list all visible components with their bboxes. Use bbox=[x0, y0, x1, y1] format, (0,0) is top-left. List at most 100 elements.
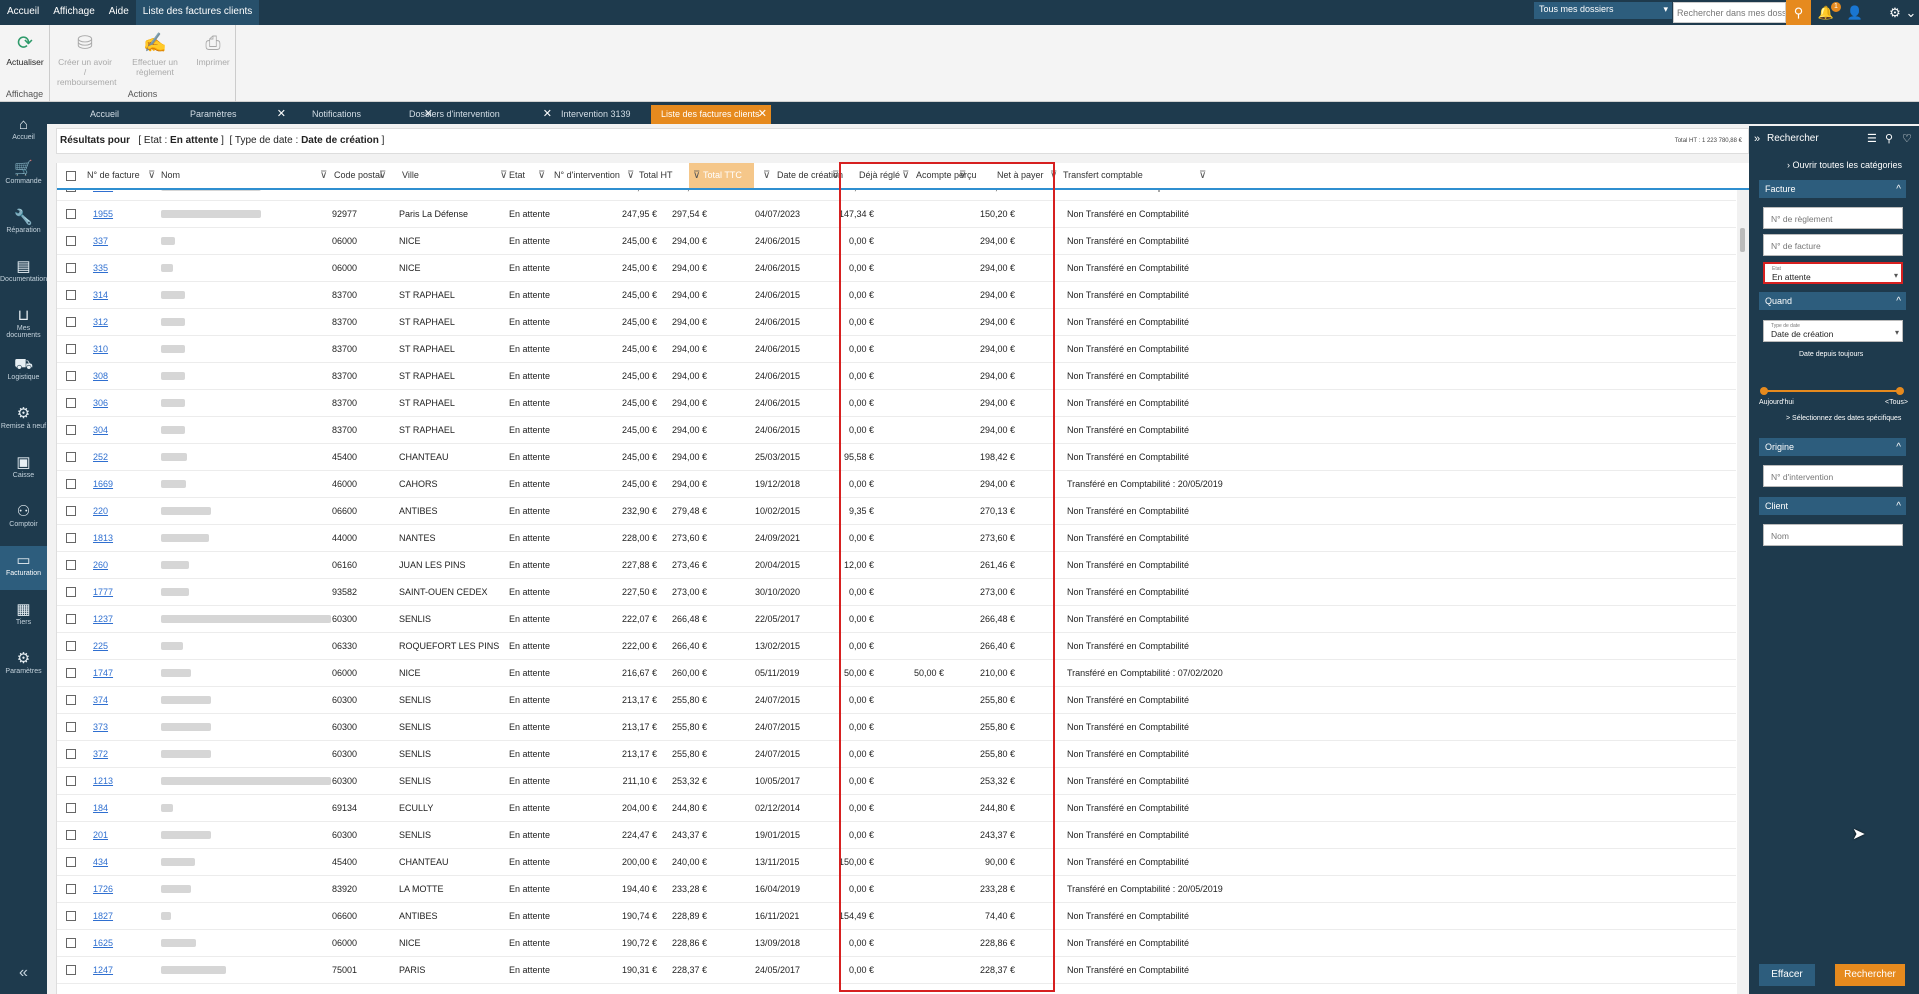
pin-icon[interactable]: ⚲ bbox=[1885, 126, 1893, 152]
col-header-6[interactable]: Total HT bbox=[639, 163, 673, 188]
slider-handle-start[interactable] bbox=[1760, 387, 1768, 395]
filter-icon[interactable]: ⊽ bbox=[1050, 163, 1057, 188]
filter-icon[interactable]: ⊽ bbox=[320, 163, 327, 188]
filter-icon[interactable]: ⊽ bbox=[538, 163, 545, 188]
nav-item-10[interactable]: ▦ Tiers bbox=[0, 595, 47, 639]
collapse-nav-icon[interactable]: « bbox=[0, 964, 47, 982]
invoice-link[interactable]: 201 bbox=[93, 830, 108, 840]
col-header-5[interactable]: N° d'intervention bbox=[554, 163, 620, 188]
section-origine[interactable]: Origine bbox=[1759, 438, 1906, 457]
invoice-link-cell[interactable]: 1747 bbox=[93, 660, 113, 686]
user-icon[interactable]: 👤 bbox=[1843, 0, 1867, 25]
invoice-link-cell[interactable]: 306 bbox=[93, 390, 108, 416]
menu-affichage[interactable]: Affichage bbox=[46, 0, 102, 25]
invoice-link[interactable]: 260 bbox=[93, 560, 108, 570]
favorite-icon[interactable]: ♡ bbox=[1902, 126, 1912, 152]
table-row[interactable]: 1777 93582 SAINT-OUEN CEDEX En attente 227,5… bbox=[57, 579, 1736, 606]
table-row[interactable]: 434 45400 CHANTEAU En attente 200,00 € 240,00… bbox=[57, 849, 1736, 876]
invoice-link[interactable]: 314 bbox=[93, 290, 108, 300]
col-header-2[interactable]: Code postal bbox=[334, 163, 382, 188]
invoice-link[interactable]: 225 bbox=[93, 641, 108, 651]
invoice-link-cell[interactable]: 1669 bbox=[93, 471, 113, 497]
row-checkbox[interactable] bbox=[66, 722, 76, 732]
invoice-link[interactable]: 1403 bbox=[93, 190, 113, 192]
table-row[interactable]: 308 83700 ST RAPHAEL En attente 245,00 € 294,… bbox=[57, 363, 1736, 390]
invoice-link[interactable]: 308 bbox=[93, 371, 108, 381]
invoice-link-cell[interactable]: 1247 bbox=[93, 957, 113, 983]
table-row[interactable]: 1813 44000 NANTES En attente 228,00 € 273,60 … bbox=[57, 525, 1736, 552]
row-checkbox[interactable] bbox=[66, 614, 76, 624]
row-checkbox[interactable] bbox=[66, 857, 76, 867]
row-checkbox[interactable] bbox=[66, 263, 76, 273]
row-checkbox[interactable] bbox=[66, 452, 76, 462]
invoice-link-cell[interactable]: 304 bbox=[93, 417, 108, 443]
invoice-link[interactable]: 1625 bbox=[93, 938, 113, 948]
menu-accueil[interactable]: Accueil bbox=[0, 0, 46, 25]
invoice-link-cell[interactable]: 252 bbox=[93, 444, 108, 470]
invoice-link[interactable]: 374 bbox=[93, 695, 108, 705]
col-header-10[interactable]: Acompte perçu bbox=[916, 163, 977, 188]
invoice-link-cell[interactable]: 373 bbox=[93, 714, 108, 740]
table-row[interactable]: 252 45400 CHANTEAU En attente 245,00 € 294,00… bbox=[57, 444, 1736, 471]
table-row[interactable]: 304 83700 ST RAPHAEL En attente 245,00 € 294,… bbox=[57, 417, 1736, 444]
row-checkbox[interactable] bbox=[66, 749, 76, 759]
row-checkbox[interactable] bbox=[66, 398, 76, 408]
etat-select[interactable]: Etat En attente bbox=[1763, 262, 1903, 284]
row-checkbox[interactable] bbox=[66, 290, 76, 300]
vertical-scrollbar[interactable] bbox=[1737, 190, 1749, 994]
table-row[interactable]: 225 06330 ROQUEFORT LES PINS En attente 222,… bbox=[57, 633, 1736, 660]
nav-item-6[interactable]: ⚙ Remise à neuf bbox=[0, 399, 47, 443]
table-row[interactable]: 372 60300 SENLIS En attente 213,17 € 255,80 €… bbox=[57, 741, 1736, 768]
refresh-button[interactable]: ⟳ Actualiser bbox=[3, 31, 47, 67]
create-credit-button[interactable]: ⛁ Créer un avoir / remboursement bbox=[57, 31, 117, 87]
invoice-link-cell[interactable]: 374 bbox=[93, 687, 108, 713]
section-facture[interactable]: Facture bbox=[1759, 180, 1906, 199]
table-row[interactable]: 201 60300 SENLIS En attente 224,47 € 243,37 €… bbox=[57, 822, 1736, 849]
row-checkbox[interactable] bbox=[66, 641, 76, 651]
nav-item-8[interactable]: ⚇ Comptoir bbox=[0, 497, 47, 541]
invoice-link-cell[interactable]: 1625 bbox=[93, 930, 113, 956]
invoice-link[interactable]: 373 bbox=[93, 722, 108, 732]
row-checkbox[interactable] bbox=[66, 533, 76, 543]
invoice-link-cell[interactable]: 1726 bbox=[93, 876, 113, 902]
invoice-link-cell[interactable]: 314 bbox=[93, 282, 108, 308]
nom-field[interactable]: Nom bbox=[1763, 524, 1903, 546]
invoice-link-cell[interactable]: 310 bbox=[93, 336, 108, 362]
row-checkbox[interactable] bbox=[66, 884, 76, 894]
invoice-link-cell[interactable]: 312 bbox=[93, 309, 108, 335]
row-checkbox[interactable] bbox=[66, 938, 76, 948]
table-row[interactable]: 1747 06000 NICE En attente 216,67 € 260,00 € 0… bbox=[57, 660, 1736, 687]
filter-icon[interactable]: ⊽ bbox=[693, 163, 700, 188]
invoice-link[interactable]: 306 bbox=[93, 398, 108, 408]
col-header-4[interactable]: Etat bbox=[509, 163, 525, 188]
filter-icon[interactable]: ⊽ bbox=[959, 163, 966, 188]
date-slider[interactable] bbox=[1760, 387, 1904, 395]
table-row[interactable]: 337 06000 NICE En attente 245,00 € 294,00 € 24… bbox=[57, 228, 1736, 255]
table-row[interactable]: 373 60300 SENLIS En attente 213,17 € 255,80 €… bbox=[57, 714, 1736, 741]
nav-item-4[interactable]: ⊔ Mes documents bbox=[0, 301, 47, 345]
row-checkbox[interactable] bbox=[66, 317, 76, 327]
row-checkbox[interactable] bbox=[66, 190, 76, 192]
invoice-link-cell[interactable]: 1777 bbox=[93, 579, 113, 605]
invoice-link-cell[interactable]: 260 bbox=[93, 552, 108, 578]
invoice-link[interactable]: 252 bbox=[93, 452, 108, 462]
row-checkbox[interactable] bbox=[66, 560, 76, 570]
date-type-select[interactable]: Type de date Date de création bbox=[1763, 320, 1903, 342]
col-header-1[interactable]: Nom bbox=[161, 163, 180, 188]
menu-aide[interactable]: Aide bbox=[102, 0, 136, 25]
table-row[interactable]: 1213 60300 SENLIS En attente 211,10 € 253,32 … bbox=[57, 768, 1736, 795]
invoice-link[interactable]: 434 bbox=[93, 857, 108, 867]
row-checkbox[interactable] bbox=[66, 965, 76, 975]
open-all-categories[interactable]: › Ouvrir toutes les catégories bbox=[1787, 160, 1902, 170]
filter-icon[interactable]: ⊽ bbox=[902, 163, 909, 188]
invoice-link[interactable]: 1813 bbox=[93, 533, 113, 543]
table-row[interactable]: 306 83700 ST RAPHAEL En attente 245,00 € 294,… bbox=[57, 390, 1736, 417]
filter-icon[interactable]: ⊽ bbox=[500, 163, 507, 188]
row-checkbox[interactable] bbox=[66, 236, 76, 246]
invoice-link[interactable]: 1747 bbox=[93, 668, 113, 678]
invoice-link-cell[interactable]: 1813 bbox=[93, 525, 113, 551]
row-checkbox[interactable] bbox=[66, 911, 76, 921]
intervention-field[interactable]: N° d'intervention bbox=[1763, 465, 1903, 487]
nav-item-9[interactable]: ▭ Facturation bbox=[0, 546, 47, 590]
invoice-link-cell[interactable]: 220 bbox=[93, 498, 108, 524]
